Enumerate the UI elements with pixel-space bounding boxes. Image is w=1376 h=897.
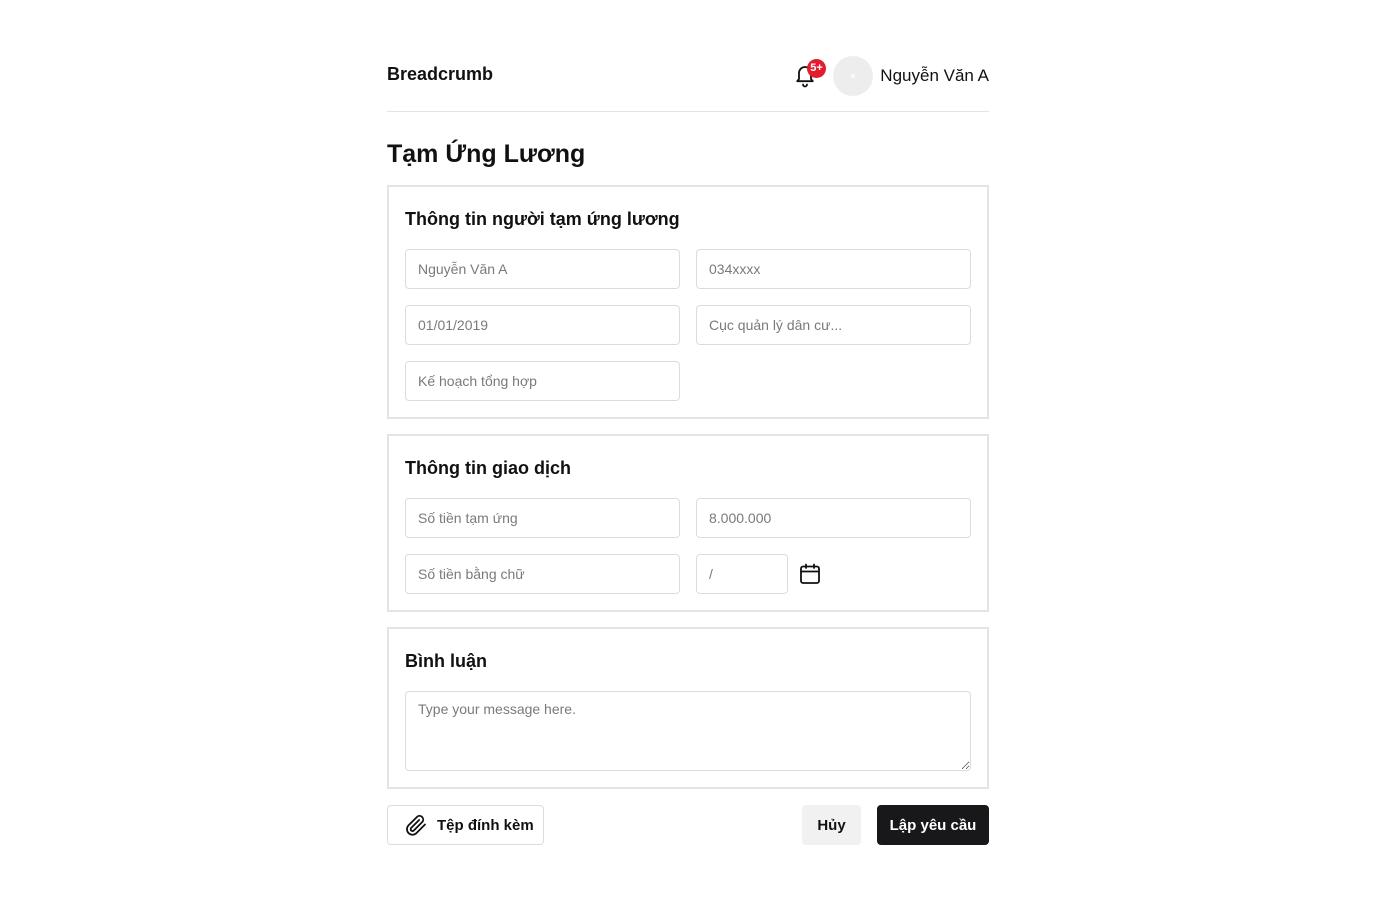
transaction-info-section: Thông tin giao dịch: [387, 434, 989, 612]
user-name[interactable]: Nguyễn Văn A: [880, 66, 989, 86]
form-row: [405, 554, 971, 594]
applicant-info-section: Thông tin người tạm ứng lương: [387, 185, 989, 419]
form-row: [405, 498, 971, 538]
date-field[interactable]: [405, 305, 680, 345]
department-field[interactable]: [696, 305, 971, 345]
calendar-icon[interactable]: [798, 562, 822, 586]
avatar[interactable]: [833, 56, 873, 96]
breadcrumb[interactable]: Breadcrumb: [387, 64, 493, 85]
notification-badge: 5+: [807, 59, 826, 78]
attach-file-button[interactable]: Tệp đính kèm: [387, 805, 544, 845]
comment-section: Bình luận: [387, 627, 989, 789]
notification-button[interactable]: 5+: [793, 59, 826, 88]
form-row: [405, 305, 971, 345]
section-title: Bình luận: [405, 651, 487, 671]
phone-field[interactable]: [696, 249, 971, 289]
form-row: [405, 249, 971, 289]
section-title: Thông tin giao dịch: [405, 458, 571, 478]
cancel-button[interactable]: Hủy: [802, 805, 861, 845]
form-row: [405, 361, 971, 401]
submit-request-button[interactable]: Lập yêu cầu: [877, 805, 989, 845]
amount-value-field[interactable]: [696, 498, 971, 538]
name-field[interactable]: [405, 249, 680, 289]
transaction-date-field[interactable]: [696, 554, 788, 594]
paperclip-icon: [404, 813, 428, 837]
attach-file-label: Tệp đính kèm: [437, 816, 534, 834]
advance-amount-field[interactable]: [405, 498, 680, 538]
footer-actions: Tệp đính kèm Hủy Lập yêu cầu: [387, 805, 989, 845]
header: Breadcrumb 5+ Nguyễn Văn A: [387, 0, 989, 112]
page-container: Breadcrumb 5+ Nguyễn Văn A Tạm Ứng Lương…: [387, 0, 989, 845]
section-title: Thông tin người tạm ứng lương: [405, 209, 680, 229]
comment-textarea[interactable]: [405, 691, 971, 771]
page-title: Tạm Ứng Lương: [387, 140, 586, 168]
amount-in-words-field[interactable]: [405, 554, 680, 594]
position-field[interactable]: [405, 361, 680, 401]
